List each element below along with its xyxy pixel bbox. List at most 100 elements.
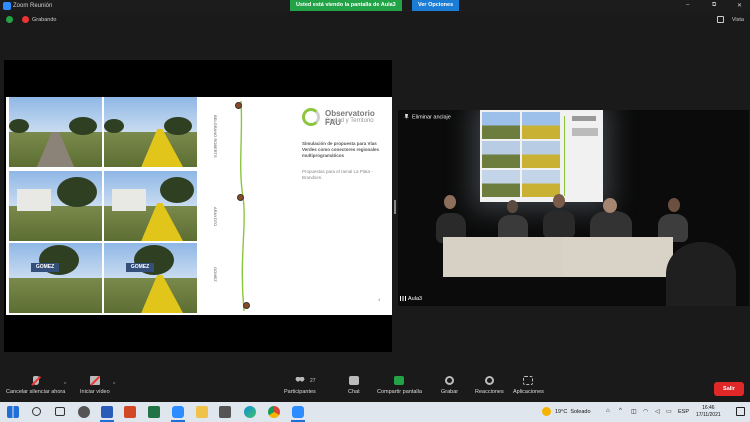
apps-label: Aplicaciones xyxy=(513,389,544,395)
zoom-taskbar-icon[interactable] xyxy=(172,406,184,418)
audio-options-chevron-icon[interactable]: ^ xyxy=(64,382,66,388)
clock[interactable]: 16:46 17/11/2021 xyxy=(696,405,721,419)
slide-title: Simulación de propuesta para Vías Verdes… xyxy=(302,141,380,158)
participant-name: Aula3 xyxy=(408,296,423,302)
participant-name-tag: Aula3 xyxy=(400,296,422,302)
record-label: Grabar xyxy=(441,389,459,395)
camera-off-icon xyxy=(89,375,100,386)
observatorio-logo-icon xyxy=(302,108,320,126)
search-icon[interactable] xyxy=(32,407,41,416)
presentation-slide: GOMEZ GOMEZ BELGRANO ROBERTS ARAYOTO GOM… xyxy=(6,97,392,315)
wifi-icon[interactable]: ◠ xyxy=(643,408,648,415)
station-marker-3 xyxy=(243,302,250,309)
gomez-sign: GOMEZ xyxy=(31,263,59,272)
station-label-3: GOMEZ xyxy=(213,267,218,282)
chevron-up-icon[interactable]: ^ xyxy=(619,408,622,414)
reactions-label: Reacciones xyxy=(475,389,504,395)
chat-button[interactable]: Chat xyxy=(348,376,360,395)
unpin-label: Eliminar anclaje xyxy=(412,114,451,121)
share-screen-label: Compartir pantalla xyxy=(377,389,422,395)
file-explorer-icon[interactable] xyxy=(196,406,208,418)
slide-page-number: 4 xyxy=(378,297,381,302)
zoom-app-icon xyxy=(3,2,11,10)
photo-gomez-before: GOMEZ xyxy=(9,243,102,313)
people-icon[interactable]: ⌂ xyxy=(606,408,610,414)
store-app-icon[interactable] xyxy=(219,406,231,418)
logo-subtitle: Ciudad y Territorio xyxy=(325,118,374,124)
window-title: Zoom Reunión xyxy=(13,3,53,9)
apps-button[interactable]: Aplicaciones xyxy=(513,376,544,395)
gomez-sign: GOMEZ xyxy=(126,263,154,272)
apps-icon xyxy=(523,376,534,385)
share-screen-button[interactable]: Compartir pantalla xyxy=(377,376,422,395)
start-video-button[interactable]: Iniciar vídeo xyxy=(80,375,110,395)
zoom-window: Zoom Reunión Usted está viendo la pantal… xyxy=(0,0,750,422)
meeting-status-bar: Grabando Vista xyxy=(0,14,750,26)
record-icon xyxy=(445,376,455,385)
screen-share-banner: Usted está viendo la pantalla de Aula3 xyxy=(290,0,402,11)
edge-browser-icon[interactable] xyxy=(244,406,256,418)
weather-condition: Soleado xyxy=(570,409,591,415)
zoom-meeting-taskbar-icon[interactable] xyxy=(292,406,304,418)
route-map-line xyxy=(240,100,245,312)
windows-taskbar: 19°C Soleado ⌂ ^ ◫ ◠ ◁ ▭ ESP 16:46 17/11… xyxy=(0,402,750,422)
reactions-button[interactable]: Reacciones xyxy=(475,376,504,395)
cortana-icon[interactable] xyxy=(78,406,90,418)
mute-label: Cancelar silenciar ahora xyxy=(6,389,66,395)
microphone-muted-icon xyxy=(30,375,41,386)
notifications-icon[interactable] xyxy=(736,407,745,416)
recording-icon xyxy=(22,16,29,23)
signal-strength-icon xyxy=(400,296,406,302)
network-icon[interactable]: ◫ xyxy=(631,408,637,415)
photo-gomez-after: GOMEZ xyxy=(104,243,197,313)
slide-subtitle: Propuestas para el ramal La Plata - Bran… xyxy=(302,169,373,180)
reactions-icon xyxy=(484,376,494,385)
security-shield-icon[interactable] xyxy=(6,16,13,23)
title-bar: Zoom Reunión Usted está viendo la pantal… xyxy=(0,0,750,12)
view-button[interactable]: Vista xyxy=(732,17,744,23)
volume-icon[interactable]: ◁ xyxy=(655,408,660,415)
station-label-1: BELGRANO ROBERTS xyxy=(213,115,218,158)
shared-screen: GOMEZ GOMEZ BELGRANO ROBERTS ARAYOTO GOM… xyxy=(4,60,392,352)
chrome-browser-icon[interactable] xyxy=(268,406,280,418)
record-button[interactable]: Grabar xyxy=(441,376,458,395)
recording-label: Grabando xyxy=(32,17,57,23)
task-view-icon[interactable] xyxy=(55,407,65,416)
mute-button[interactable]: Cancelar silenciar ahora xyxy=(6,375,66,395)
clock-date: 17/11/2021 xyxy=(696,412,721,418)
minimize-button[interactable]: – xyxy=(686,2,689,8)
photo-station-before xyxy=(9,171,102,241)
participant-video-tile xyxy=(398,110,749,306)
participants-count: 27 xyxy=(310,378,316,384)
leave-button[interactable]: Salir xyxy=(714,382,744,396)
temperature: 19°C xyxy=(555,409,568,415)
chat-icon xyxy=(348,376,359,385)
panel-table-left xyxy=(443,237,563,277)
station-label-2: ARAYOTO xyxy=(213,207,218,227)
close-button[interactable]: ✕ xyxy=(737,2,742,9)
battery-icon[interactable]: ▭ xyxy=(666,408,672,415)
photo-station-after xyxy=(104,171,197,241)
excel-app-icon[interactable] xyxy=(148,406,160,418)
start-video-label: Iniciar vídeo xyxy=(80,389,110,395)
photo-road-before xyxy=(9,97,102,167)
powerpoint-app-icon[interactable] xyxy=(124,406,136,418)
share-screen-icon xyxy=(394,376,405,385)
language-indicator[interactable]: ESP xyxy=(678,409,689,415)
split-view-handle[interactable] xyxy=(394,200,396,214)
view-options-button[interactable]: Ver Opciones xyxy=(412,0,460,11)
maximize-button[interactable]: ⧉ xyxy=(712,2,716,9)
video-options-chevron-icon[interactable]: ^ xyxy=(113,382,115,388)
view-icon xyxy=(717,16,724,23)
photo-road-after xyxy=(104,97,197,167)
weather-widget[interactable]: 19°C Soleado xyxy=(555,409,591,415)
participants-label: Participantes xyxy=(284,389,316,395)
panel-table-right xyxy=(563,237,673,277)
start-menu-icon[interactable] xyxy=(7,406,19,418)
unpin-button[interactable]: Eliminar anclaje xyxy=(404,114,451,120)
station-marker-2 xyxy=(237,194,244,201)
sun-icon xyxy=(542,407,551,416)
participants-icon xyxy=(294,376,305,385)
station-marker-1 xyxy=(235,102,242,109)
word-app-icon[interactable] xyxy=(101,406,113,418)
